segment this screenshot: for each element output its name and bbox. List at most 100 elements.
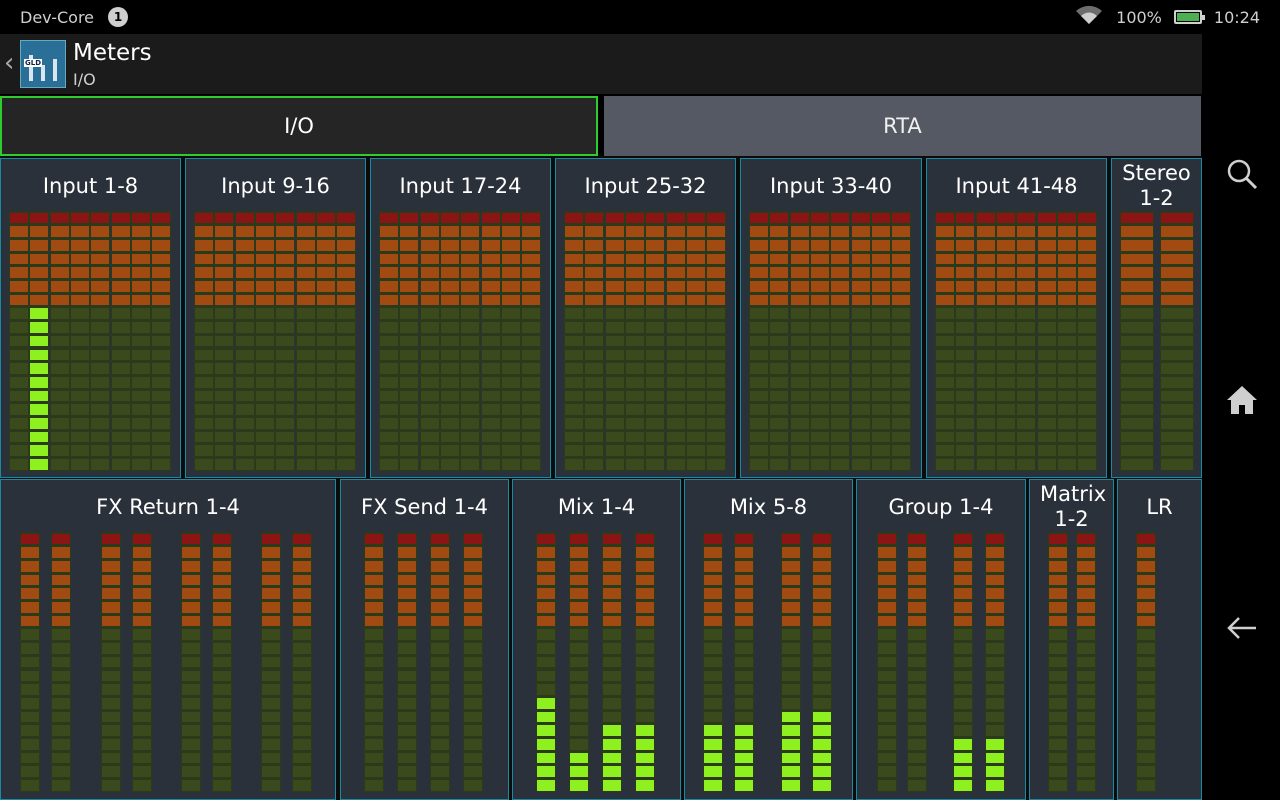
- meter-panel-mix-1-4[interactable]: Mix 1-4: [512, 479, 681, 800]
- meter-segment: [1077, 697, 1095, 709]
- meter-strip: [584, 211, 605, 472]
- meter-segment: [152, 363, 171, 374]
- meter-segment: [131, 212, 150, 224]
- meter-panel-fx-send-1-4[interactable]: FX Send 1-4: [340, 479, 509, 800]
- meter-panel-input-41-48[interactable]: Input 41-48: [926, 158, 1107, 478]
- meter-segment: [431, 643, 449, 654]
- meter-segment: [276, 431, 295, 443]
- back-chevron-icon[interactable]: ‹: [4, 48, 14, 78]
- meter-segment: [481, 322, 500, 333]
- meter-segment: [133, 588, 151, 599]
- meter-panel-input-1-8[interactable]: Input 1-8: [0, 158, 181, 478]
- meter-segment: [235, 226, 254, 237]
- meter-segment: [707, 349, 726, 361]
- meter-segment-lit: [636, 766, 654, 778]
- tab-io[interactable]: I/O: [0, 96, 598, 156]
- meter-segment: [936, 253, 954, 265]
- meter-panel-input-9-16[interactable]: Input 9-16: [185, 158, 366, 478]
- meter-segment: [276, 418, 295, 429]
- meter-segment: [735, 670, 753, 682]
- meter-panel-label: Input 17-24: [399, 174, 522, 198]
- meter-segment: [522, 253, 541, 265]
- meter-segment: [976, 363, 995, 374]
- meter-segment: [316, 390, 335, 402]
- meter-segment: [1037, 404, 1056, 415]
- meter-segment: [262, 574, 280, 586]
- meter-segment: [954, 547, 972, 558]
- meter-segment: [235, 212, 254, 224]
- meter-segment-lit: [636, 780, 654, 791]
- tab-io-label: I/O: [284, 114, 314, 138]
- meter-segment: [276, 390, 295, 402]
- meter-segment: [235, 404, 254, 415]
- meter-panel-lr[interactable]: LR: [1117, 479, 1202, 800]
- meter-segment: [605, 431, 624, 443]
- meter-segment: [813, 615, 831, 627]
- meter-segment: [152, 294, 171, 306]
- meter-segment: [605, 418, 624, 429]
- meter-segment: [646, 308, 665, 320]
- meter-segment: [522, 363, 541, 374]
- meter-segment: [750, 335, 768, 347]
- meter-panel-matrix-1-2[interactable]: Matrix 1-2: [1029, 479, 1114, 800]
- meter-segment: [1161, 445, 1193, 457]
- meter-segment: [420, 459, 439, 470]
- meter-segment: [131, 445, 150, 457]
- meter-segment: [70, 281, 89, 292]
- meter-segment: [182, 752, 200, 764]
- meter-segment: [666, 376, 685, 388]
- meter-segment: [570, 533, 588, 545]
- meter-segment: [986, 560, 1004, 572]
- meter-segment: [52, 780, 70, 791]
- meter-segment: [1049, 643, 1067, 654]
- meter-segment: [440, 226, 459, 237]
- meter-segment: [636, 629, 654, 641]
- meter-segment: [431, 670, 449, 682]
- meter-panel-input-25-32[interactable]: Input 25-32: [555, 158, 736, 478]
- meter-segment: [501, 322, 520, 333]
- meter-segment: [986, 670, 1004, 682]
- meter-segment: [481, 349, 500, 361]
- meter-segment: [398, 643, 416, 654]
- meter-segment: [102, 615, 120, 627]
- back-arrow-icon[interactable]: [1224, 610, 1260, 646]
- meter-segment: [464, 711, 482, 723]
- meter-segment: [646, 431, 665, 443]
- meter-segment: [91, 281, 110, 292]
- meter-segment: [365, 684, 383, 695]
- meter-segment: [986, 574, 1004, 586]
- meter-panel-input-33-40[interactable]: Input 33-40: [740, 158, 922, 478]
- meter-segment: [570, 602, 588, 613]
- meter-segment: [996, 363, 1015, 374]
- meter-segment: [954, 711, 972, 723]
- app-logo-icon[interactable]: GLD: [20, 40, 66, 88]
- meter-segment: [851, 459, 870, 470]
- meter-panel-input-17-24[interactable]: Input 17-24: [370, 158, 551, 478]
- meter-segment: [420, 226, 439, 237]
- meter-segment: [293, 560, 311, 572]
- meter-panel-group-1-4[interactable]: Group 1-4: [856, 479, 1026, 800]
- clock: 10:24: [1213, 7, 1260, 27]
- home-icon[interactable]: [1224, 382, 1260, 418]
- meter-segment: [70, 418, 89, 429]
- meter-segment: [235, 308, 254, 320]
- meter-segment: [810, 267, 829, 278]
- meter-segment: [365, 725, 383, 736]
- meter-panel-mix-5-8[interactable]: Mix 5-8: [684, 479, 853, 800]
- meter-panel-fx-return-1-4[interactable]: FX Return 1-4: [0, 479, 336, 800]
- meter-segment: [293, 766, 311, 778]
- meter-panel-stereo-1-2[interactable]: Stereo 1-2: [1111, 158, 1202, 478]
- meter-segment: [1161, 294, 1193, 306]
- meter-segment: [501, 376, 520, 388]
- meter-panel-label: Mix 5-8: [729, 495, 808, 519]
- meter-segment: [1037, 390, 1056, 402]
- meter-segment: [91, 322, 110, 333]
- tab-rta[interactable]: RTA: [604, 96, 1201, 156]
- meter-segment: [1057, 363, 1076, 374]
- search-icon[interactable]: [1224, 156, 1260, 192]
- meter-segment: [790, 335, 809, 347]
- meter-segment: [790, 308, 809, 320]
- meter-segment: [1077, 656, 1095, 668]
- meter-segment: [133, 656, 151, 668]
- meter-segment: [293, 574, 311, 586]
